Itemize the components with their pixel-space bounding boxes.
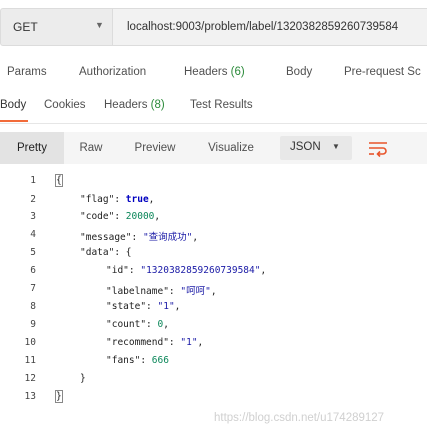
raw-button[interactable]: Raw	[66, 132, 116, 164]
json-value: 20000	[125, 211, 155, 222]
json-value: 666	[151, 355, 169, 366]
json-key: "labelname"	[106, 286, 169, 297]
line-number: 13	[24, 391, 36, 402]
code-line: "fans": 666	[106, 355, 169, 366]
line-number: 10	[24, 337, 36, 348]
response-tab-headers[interactable]: Headers (8)	[104, 99, 165, 111]
tab-body[interactable]: Body	[286, 66, 312, 78]
json-key: "fans"	[106, 355, 141, 366]
method-label: GET	[13, 20, 38, 34]
url-text: localhost:9003/problem/label/13203828592…	[127, 21, 399, 33]
language-select[interactable]: JSON ▼	[280, 136, 352, 160]
response-tab-test-results[interactable]: Test Results	[190, 99, 253, 111]
json-key: "data"	[80, 247, 115, 258]
url-input[interactable]: localhost:9003/problem/label/13203828592…	[113, 8, 427, 46]
request-bar: GET ▼ localhost:9003/problem/label/13203…	[0, 8, 427, 46]
tab-pre-request[interactable]: Pre-request Sc	[344, 66, 421, 78]
response-tab-body[interactable]: Body	[0, 99, 26, 111]
json-key: "flag"	[80, 194, 115, 205]
tab-headers-count: (6)	[230, 66, 245, 78]
preview-button[interactable]: Preview	[124, 132, 186, 164]
request-tabs: Params Authorization Headers (6) Body Pr…	[0, 64, 427, 84]
response-tab-headers-label: Headers	[104, 99, 148, 111]
json-value: "呵呵"	[180, 286, 211, 297]
line-number: 11	[24, 355, 36, 366]
json-value: "1320382859260739584"	[140, 265, 261, 276]
line-number: 6	[30, 265, 36, 276]
line-number: 3	[30, 211, 36, 222]
line-number: 1	[30, 175, 36, 186]
line-number: 4	[30, 229, 36, 240]
format-toolbar: Pretty Raw Preview Visualize JSON ▼	[0, 132, 427, 164]
tab-authorization[interactable]: Authorization	[79, 66, 146, 78]
json-key: "id"	[106, 265, 129, 276]
code-line: "state": "1",	[106, 301, 181, 312]
wrap-lines-icon[interactable]	[366, 138, 390, 158]
open-brace: {	[55, 174, 63, 187]
line-number: 7	[30, 283, 36, 294]
json-value: true	[125, 194, 149, 205]
chevron-down-icon: ▼	[95, 20, 104, 30]
code-line: }	[55, 390, 63, 403]
line-number: 12	[24, 373, 36, 384]
pretty-button[interactable]: Pretty	[0, 132, 64, 164]
code-line: {	[55, 174, 63, 187]
tab-headers-label: Headers	[184, 66, 228, 78]
json-key: "count"	[106, 319, 147, 330]
json-value: "1"	[180, 337, 198, 348]
code-line: }	[80, 373, 86, 384]
language-label: JSON	[290, 141, 321, 153]
visualize-button[interactable]: Visualize	[198, 132, 264, 164]
method-select[interactable]: GET ▼	[0, 8, 113, 46]
line-number: 2	[30, 194, 36, 205]
code-line: "code": 20000,	[80, 211, 161, 222]
inner-close-brace: }	[80, 373, 86, 384]
chevron-down-icon: ▼	[332, 142, 340, 151]
json-value: "查询成功"	[142, 232, 193, 243]
json-key: "recommend"	[106, 337, 169, 348]
line-number: 8	[30, 301, 36, 312]
divider	[0, 123, 427, 124]
response-tabs: Body Cookies Headers (8) Test Results	[0, 96, 427, 124]
code-line: "count": 0,	[106, 319, 169, 330]
response-tab-headers-count: (8)	[150, 99, 165, 111]
json-key: "code"	[80, 211, 115, 222]
tab-params[interactable]: Params	[7, 66, 47, 78]
json-key: "message"	[80, 232, 132, 243]
line-number: 9	[30, 319, 36, 330]
active-tab-underline	[0, 120, 28, 122]
json-key: "state"	[106, 301, 147, 312]
response-tab-cookies[interactable]: Cookies	[44, 99, 86, 111]
code-line: "flag": true,	[80, 194, 155, 205]
code-line: "message": "查询成功",	[80, 232, 199, 243]
code-line: "labelname": "呵呵",	[106, 286, 217, 297]
response-body-viewer: 1 2 3 4 5 6 7 8 9 10 11 12 13 { "flag": …	[0, 170, 427, 410]
code-line: "id": "1320382859260739584",	[106, 265, 267, 276]
watermark: https://blog.csdn.net/u174289127	[214, 412, 385, 424]
json-value: "1"	[157, 301, 175, 312]
close-brace: }	[55, 390, 63, 403]
code-line: "data": {	[80, 247, 132, 258]
line-number: 5	[30, 247, 36, 258]
code-line: "recommend": "1",	[106, 337, 204, 348]
tab-headers[interactable]: Headers (6)	[184, 66, 245, 78]
